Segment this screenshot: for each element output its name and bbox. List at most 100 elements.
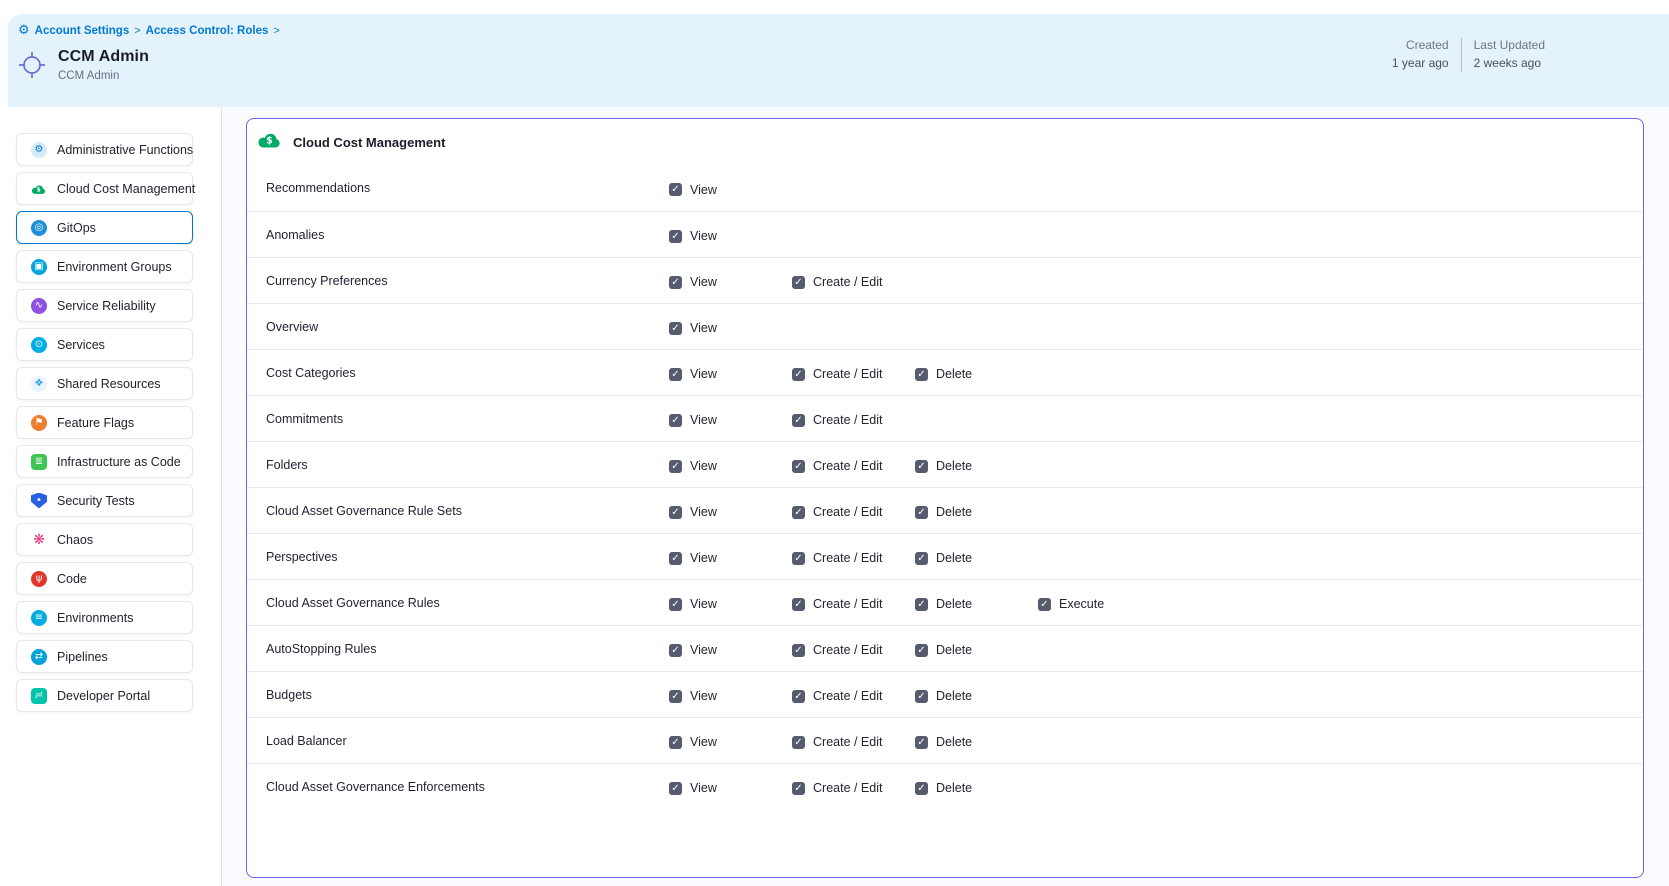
- checkbox-checked-icon[interactable]: ✓: [669, 552, 682, 565]
- checkbox-checked-icon[interactable]: ✓: [792, 782, 805, 795]
- sidebar-item-service-reliability[interactable]: ∿Service Reliability: [16, 289, 193, 322]
- checkbox-checked-icon[interactable]: ✓: [792, 552, 805, 565]
- permission-label: Delete: [936, 367, 972, 381]
- checkbox-checked-icon[interactable]: ✓: [915, 460, 928, 473]
- sidebar-item-administrative-functions[interactable]: ⚙Administrative Functions: [16, 133, 193, 166]
- breadcrumb-account-settings[interactable]: Account Settings: [35, 25, 130, 37]
- permission-checkbox-view[interactable]: ✓View: [669, 321, 717, 335]
- checkbox-checked-icon[interactable]: ✓: [669, 460, 682, 473]
- permission-checkbox-view[interactable]: ✓View: [669, 643, 717, 657]
- checkbox-checked-icon[interactable]: ✓: [669, 230, 682, 243]
- permission-checkbox-view[interactable]: ✓ View: [669, 413, 717, 427]
- checkbox-checked-icon[interactable]: ✓: [669, 598, 682, 611]
- permission-checkbox-delete[interactable]: ✓ Delete: [915, 367, 972, 381]
- sidebar-item-shared-resources[interactable]: ❖Shared Resources: [16, 367, 193, 400]
- checkbox-checked-icon[interactable]: ✓: [915, 598, 928, 611]
- permission-checkbox-delete[interactable]: ✓Delete: [915, 459, 972, 473]
- sidebar-item-environment-groups[interactable]: ▣Environment Groups: [16, 250, 193, 283]
- sidebar-item-security-tests[interactable]: •Security Tests: [16, 484, 193, 517]
- permission-cell-view: ✓View: [669, 732, 792, 750]
- checkbox-checked-icon[interactable]: ✓: [915, 782, 928, 795]
- sidebar-item-chaos[interactable]: ❋Chaos: [16, 523, 193, 556]
- checkbox-checked-icon[interactable]: ✓: [915, 506, 928, 519]
- sidebar-item-pipelines[interactable]: ⇄Pipelines: [16, 640, 193, 673]
- permission-checkbox-view[interactable]: ✓View: [669, 781, 717, 795]
- resource-label: Budgets: [266, 688, 669, 702]
- sidebar-item-feature-flags[interactable]: ⚑Feature Flags: [16, 406, 193, 439]
- permission-checkbox-create-edit[interactable]: ✓Create / Edit: [792, 413, 882, 427]
- meta-info: Created 1 year ago Last Updated 2 weeks …: [1392, 38, 1545, 72]
- checkbox-checked-icon[interactable]: ✓: [669, 644, 682, 657]
- checkbox-checked-icon[interactable]: ✓: [669, 322, 682, 335]
- permission-checkbox-delete[interactable]: ✓Delete: [915, 781, 972, 795]
- checkbox-checked-icon[interactable]: ✓: [669, 368, 682, 381]
- permission-checkbox-create-edit[interactable]: ✓Create / Edit: [792, 505, 882, 519]
- checkbox-checked-icon[interactable]: ✓: [792, 644, 805, 657]
- permission-checkbox-create-edit[interactable]: ✓Create / Edit: [792, 275, 882, 289]
- permission-checkbox-create-edit[interactable]: ✓Create / Edit: [792, 597, 882, 611]
- checkbox-checked-icon[interactable]: ✓: [915, 736, 928, 749]
- permission-checkbox-view[interactable]: ✓View: [669, 551, 717, 565]
- sidebar-item-infrastructure-as-code[interactable]: ≣Infrastructure as Code: [16, 445, 193, 478]
- checkbox-checked-icon[interactable]: ✓: [792, 506, 805, 519]
- permission-checkbox-delete[interactable]: ✓ Delete: [915, 505, 972, 519]
- permission-checkbox-view[interactable]: ✓View: [669, 183, 717, 197]
- breadcrumb-access-control-roles[interactable]: Access Control: Roles: [146, 25, 269, 37]
- permission-checkbox-view[interactable]: ✓View: [669, 275, 717, 289]
- permission-checkbox-create-edit[interactable]: ✓Create / Edit: [792, 367, 882, 381]
- permission-checkbox-view[interactable]: ✓View: [669, 459, 717, 473]
- panel-title: Cloud Cost Management: [293, 135, 445, 150]
- checkbox-checked-icon[interactable]: ✓: [792, 460, 805, 473]
- checkbox-checked-icon[interactable]: ✓: [669, 782, 682, 795]
- permission-checkbox-view[interactable]: ✓ View: [669, 229, 717, 243]
- permission-checkbox-view[interactable]: ✓View: [669, 689, 717, 703]
- checkbox-checked-icon[interactable]: ✓: [792, 414, 805, 427]
- permission-checkbox-delete[interactable]: ✓Delete: [915, 689, 972, 703]
- permission-checkbox-create-edit[interactable]: ✓Create / Edit: [792, 551, 882, 565]
- permission-label: View: [690, 229, 717, 243]
- permission-checkbox-create-edit[interactable]: ✓Create / Edit: [792, 643, 882, 657]
- permission-checkbox-view[interactable]: ✓View: [669, 367, 717, 381]
- permission-checkbox-view[interactable]: ✓View: [669, 505, 717, 519]
- checkbox-checked-icon[interactable]: ✓: [669, 276, 682, 289]
- permission-checkbox-delete[interactable]: ✓Delete: [915, 735, 972, 749]
- permission-checkbox-create-edit[interactable]: ✓Create / Edit: [792, 735, 882, 749]
- permission-checkbox-create-edit[interactable]: ✓Create / Edit: [792, 689, 882, 703]
- permission-checkbox-delete[interactable]: ✓Delete: [915, 643, 972, 657]
- checkbox-checked-icon[interactable]: ✓: [669, 414, 682, 427]
- checkbox-checked-icon[interactable]: ✓: [792, 690, 805, 703]
- permission-checkbox-view[interactable]: ✓View: [669, 597, 717, 611]
- checkbox-checked-icon[interactable]: ✓: [915, 552, 928, 565]
- checkbox-checked-icon[interactable]: ✓: [915, 690, 928, 703]
- checkbox-checked-icon[interactable]: ✓: [669, 506, 682, 519]
- permission-cell-create-edit: ✓Create / Edit: [792, 732, 915, 750]
- permission-row: Anomalies✓View: [247, 211, 1643, 257]
- checkbox-checked-icon[interactable]: ✓: [669, 690, 682, 703]
- checkbox-checked-icon[interactable]: ✓: [669, 183, 682, 196]
- checkbox-checked-icon[interactable]: ✓: [915, 644, 928, 657]
- permission-label: Delete: [936, 505, 972, 519]
- sidebar-item-developer-portal[interactable]: ≓Developer Portal: [16, 679, 193, 712]
- checkbox-checked-icon[interactable]: ✓: [792, 598, 805, 611]
- permission-checkbox-view[interactable]: ✓View: [669, 735, 717, 749]
- sidebar-item-gitops[interactable]: ◎GitOps: [16, 211, 193, 244]
- permission-label: Execute: [1059, 597, 1104, 611]
- permission-checkbox-create-edit[interactable]: ✓Create / Edit: [792, 459, 882, 473]
- checkbox-checked-icon[interactable]: ✓: [1038, 598, 1051, 611]
- sidebar-item-services[interactable]: ⊙Services: [16, 328, 193, 361]
- sidebar-item-cloud-cost-management[interactable]: $Cloud Cost Management: [16, 172, 193, 205]
- permission-cell-delete: ✓Delete: [915, 732, 1038, 750]
- sidebar-item-code[interactable]: ψCode: [16, 562, 193, 595]
- checkbox-checked-icon[interactable]: ✓: [792, 368, 805, 381]
- checkbox-checked-icon[interactable]: ✓: [915, 368, 928, 381]
- permission-checkbox-execute[interactable]: ✓ Execute: [1038, 597, 1104, 611]
- permission-checkbox-create-edit[interactable]: ✓Create / Edit: [792, 781, 882, 795]
- checkbox-checked-icon[interactable]: ✓: [792, 276, 805, 289]
- permission-label: View: [690, 413, 717, 427]
- checkbox-checked-icon[interactable]: ✓: [669, 736, 682, 749]
- checkbox-checked-icon[interactable]: ✓: [792, 736, 805, 749]
- permission-checkbox-delete[interactable]: ✓Delete: [915, 597, 972, 611]
- permission-checkbox-delete[interactable]: ✓Delete: [915, 551, 972, 565]
- permission-cell-view: ✓View: [669, 179, 792, 197]
- sidebar-item-environments[interactable]: ≡Environments: [16, 601, 193, 634]
